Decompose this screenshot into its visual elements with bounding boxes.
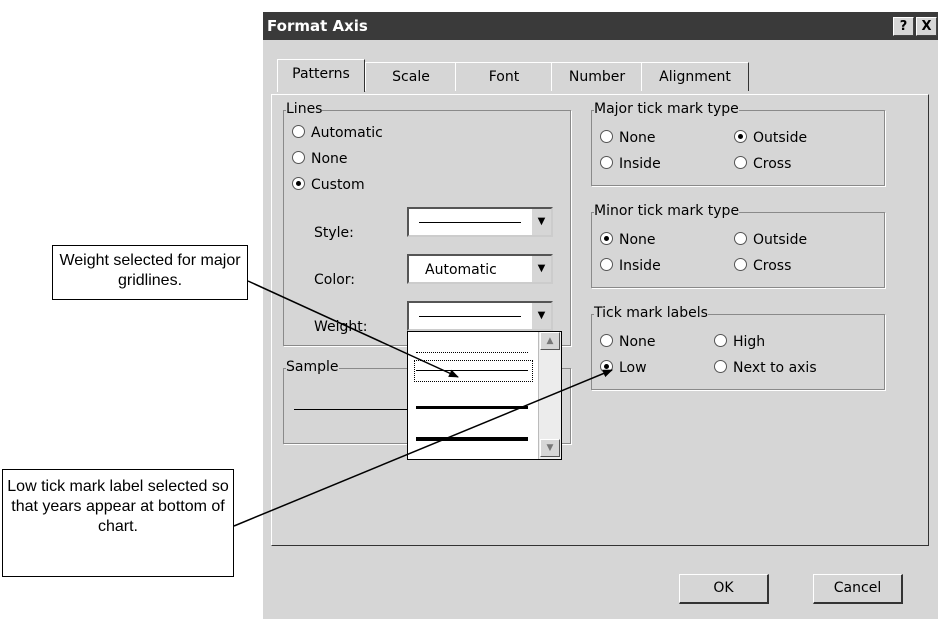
weight-arrow <box>247 280 459 378</box>
callout-arrows <box>233 280 613 527</box>
tab-patterns[interactable]: Patterns <box>277 59 365 92</box>
low-label-arrow <box>233 369 613 527</box>
